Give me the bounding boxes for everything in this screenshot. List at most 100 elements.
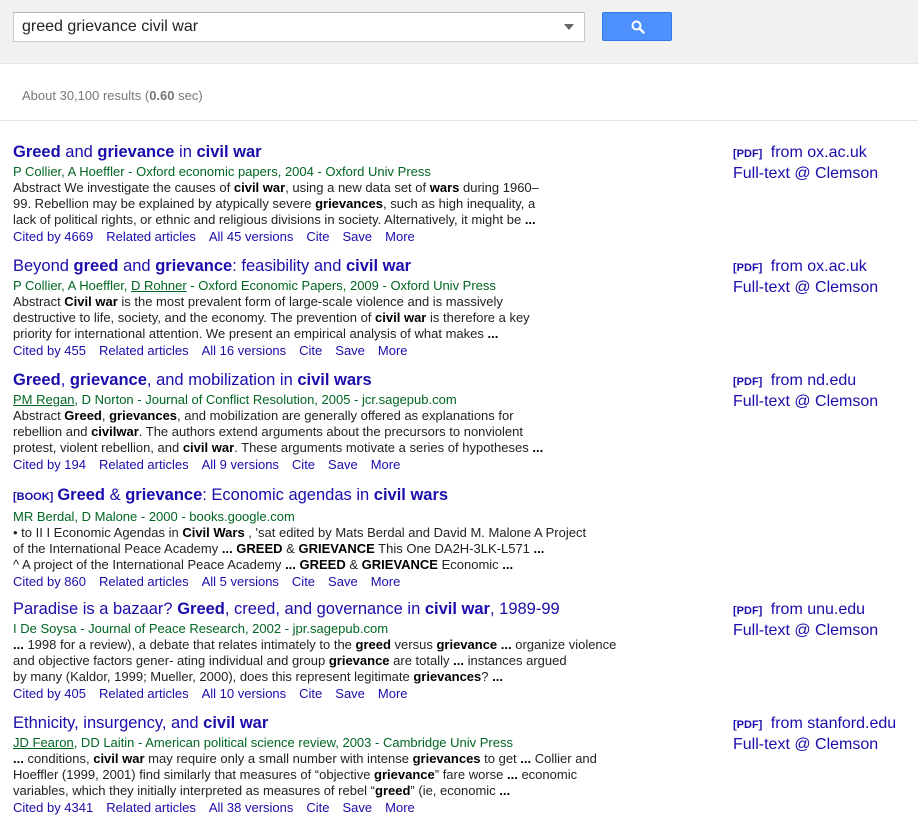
cite-link[interactable]: Cite — [306, 800, 329, 815]
cited-by-link[interactable]: Cited by 4669 — [13, 229, 93, 244]
cite-link[interactable]: Cite — [299, 343, 322, 358]
snippet-text: variables, which they initially interpre… — [13, 782, 376, 798]
all-versions-link[interactable]: All 10 versions — [202, 686, 287, 701]
all-versions-link[interactable]: All 9 versions — [202, 457, 279, 472]
related-articles-link[interactable]: Related articles — [99, 686, 189, 701]
cited-by-link[interactable]: Cited by 860 — [13, 574, 86, 589]
fulltext-link[interactable]: Full-text @ Clemson — [733, 735, 918, 755]
more-link[interactable]: More — [385, 229, 415, 244]
more-link[interactable]: More — [378, 686, 408, 701]
fulltext-link[interactable]: Full-text @ Clemson — [733, 278, 918, 298]
related-articles-link[interactable]: Related articles — [106, 229, 196, 244]
title-highlight: civil war — [345, 257, 412, 276]
search-input[interactable] — [22, 13, 557, 41]
snippet-text: . These arguments motivate a series of h… — [234, 440, 533, 456]
more-link[interactable]: More — [371, 457, 401, 472]
snippet-line: protest, violent rebellion, and civil wa… — [13, 440, 623, 456]
more-link[interactable]: More — [378, 343, 408, 358]
snippet-text: versus — [390, 636, 437, 652]
snippet-highlight: ... — [13, 636, 24, 652]
snippet-text: Collier and — [531, 750, 597, 766]
snippet-text: conditions, — [23, 750, 94, 766]
snippet-highlight: ... — [533, 540, 545, 556]
cited-by-link[interactable]: Cited by 455 — [13, 343, 86, 358]
related-articles-link[interactable]: Related articles — [99, 457, 189, 472]
snippet-line: Abstract Civil war is the most prevalent… — [13, 294, 623, 310]
cite-link[interactable]: Cite — [292, 574, 315, 589]
snippet-text: , and mobilization are generally offered… — [177, 408, 514, 424]
snippet-highlight: ... — [453, 652, 464, 668]
authors-text: MR Berdal, D Malone - 2000 - books.googl… — [13, 508, 295, 524]
save-link[interactable]: Save — [343, 229, 373, 244]
related-articles-link[interactable]: Related articles — [99, 343, 189, 358]
result-snippet: Abstract Greed, grievances, and mobiliza… — [13, 408, 623, 456]
pdf-link[interactable]: [PDF] from nd.edu — [733, 371, 918, 392]
title-highlight: grievance — [69, 371, 147, 390]
pdf-link[interactable]: [PDF] from ox.ac.uk — [733, 143, 918, 164]
snippet-highlight: ... — [492, 668, 503, 684]
title-text: , — [60, 371, 70, 390]
save-link[interactable]: Save — [335, 343, 365, 358]
search-result: Ethnicity, insurgency, and civil war JD F… — [13, 713, 918, 817]
snippet-highlight: wars — [429, 180, 460, 195]
pdf-link[interactable]: [PDF] from ox.ac.uk — [733, 257, 918, 278]
results-list: Greed and grievance in civil war P Collie… — [13, 142, 918, 817]
cited-by-link[interactable]: Cited by 4341 — [13, 800, 93, 815]
snippet-text: Hoeffler (1999, 2001) find similarly tha… — [13, 766, 375, 782]
cited-by-link[interactable]: Cited by 405 — [13, 686, 86, 701]
snippet-text: organize violence — [511, 636, 617, 652]
save-link[interactable]: Save — [328, 457, 358, 472]
save-link[interactable]: Save — [335, 686, 365, 701]
title-highlight: greed — [73, 257, 119, 276]
fulltext-link[interactable]: Full-text @ Clemson — [733, 621, 918, 641]
snippet-line: by many (Kaldor, 1999; Mueller, 2000), d… — [13, 669, 623, 685]
cite-link[interactable]: Cite — [299, 686, 322, 701]
pdf-link[interactable]: [PDF] from unu.edu — [733, 600, 918, 621]
snippet-text: , using a new data set of — [285, 180, 430, 195]
snippet-text: lack of political rights, or ethnic and … — [13, 212, 525, 227]
fulltext-link[interactable]: Full-text @ Clemson — [733, 164, 918, 184]
result-title-link[interactable]: [BOOK] Greed & grievance: Economic agenda… — [13, 485, 918, 507]
all-versions-link[interactable]: All 45 versions — [209, 229, 294, 244]
all-versions-link[interactable]: All 38 versions — [209, 800, 294, 815]
more-link[interactable]: More — [371, 574, 401, 589]
title-text: & — [105, 485, 126, 504]
related-articles-link[interactable]: Related articles — [99, 574, 189, 589]
snippet-text: 1998 for a review), a debate that relate… — [23, 636, 356, 652]
dropdown-arrow-icon[interactable] — [564, 24, 574, 30]
snippet-text: Abstract We investigate the causes of — [13, 180, 234, 195]
search-result: Paradise is a bazaar? Greed, creed, and … — [13, 599, 918, 713]
snippet-text: to get — [480, 750, 521, 766]
result-side-links: [PDF] from nd.edu Full-text @ Clemson — [733, 371, 918, 412]
save-link[interactable]: Save — [343, 800, 373, 815]
result-snippet: Abstract Civil war is the most prevalent… — [13, 294, 623, 342]
related-articles-link[interactable]: Related articles — [106, 800, 196, 815]
cited-by-link[interactable]: Cited by 194 — [13, 457, 86, 472]
snippet-line: Hoeffler (1999, 2001) find similarly tha… — [13, 767, 623, 783]
pdf-link[interactable]: [PDF] from stanford.edu — [733, 714, 918, 735]
snippet-highlight: civil war — [93, 750, 145, 766]
snippet-text: is therefore a key — [426, 310, 530, 326]
snippet-text: is the most prevalent form of large-scal… — [117, 294, 503, 310]
all-versions-link[interactable]: All 16 versions — [202, 343, 287, 358]
snippet-line: Abstract Greed, grievances, and mobiliza… — [13, 408, 623, 424]
cite-link[interactable]: Cite — [306, 229, 329, 244]
title-text: and — [60, 143, 98, 161]
cite-link[interactable]: Cite — [292, 457, 315, 472]
more-link[interactable]: More — [385, 800, 415, 815]
all-versions-link[interactable]: All 5 versions — [202, 574, 279, 589]
snippet-text: protest, violent rebellion, and — [13, 440, 183, 456]
snippet-text: Abstract — [13, 294, 65, 310]
result-side-links: [PDF] from stanford.edu Full-text @ Clems… — [733, 714, 918, 755]
author-link: JD Fearon — [13, 734, 74, 750]
stats-time: 0.60 — [149, 88, 175, 103]
search-box[interactable] — [13, 12, 585, 42]
snippet-highlight: Civil Wars — [182, 524, 245, 540]
search-button[interactable] — [602, 12, 672, 41]
result-snippet: Abstract We investigate the causes of ci… — [13, 180, 623, 228]
fulltext-link[interactable]: Full-text @ Clemson — [733, 392, 918, 412]
snippet-line: Abstract We investigate the causes of ci… — [13, 180, 623, 196]
snippet-line: and objective factors gener- ating indiv… — [13, 653, 623, 669]
save-link[interactable]: Save — [328, 574, 358, 589]
snippet-highlight: civil war — [375, 310, 427, 326]
